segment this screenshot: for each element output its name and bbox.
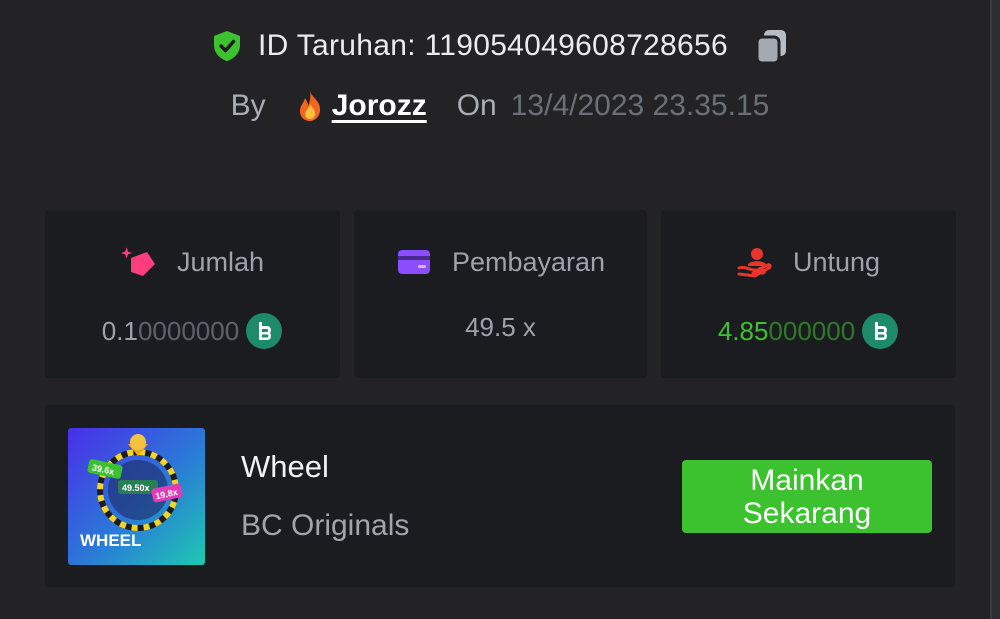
bet-id-value: 119054049608728656 xyxy=(424,29,728,62)
fire-icon xyxy=(294,89,326,123)
stat-head-profit: Untung xyxy=(661,246,956,278)
coin-icon xyxy=(245,312,283,350)
bet-stats: Jumlah 0.10000000 Pembayaran 49.5 x Untu… xyxy=(45,210,956,378)
bet-id-label: ID Taruhan: xyxy=(258,29,416,62)
hand-user-icon xyxy=(737,246,773,278)
amount-value-main: 0.1 xyxy=(101,315,138,346)
play-now-button[interactable]: Mainkan Sekarang xyxy=(682,460,932,533)
thumb-title: WHEEL xyxy=(80,531,141,550)
on-label: On xyxy=(456,89,497,122)
by-label: By xyxy=(230,89,266,122)
stat-card-amount: Jumlah 0.10000000 xyxy=(45,210,340,378)
profit-label: Untung xyxy=(792,246,881,277)
stat-head-payout: Pembayaran xyxy=(354,246,647,278)
shield-check-icon xyxy=(210,29,244,63)
stat-card-payout: Pembayaran 49.5 x xyxy=(354,210,647,378)
credit-card-icon xyxy=(396,246,432,278)
byline-row: By Jorozz On 13/4/2023 23.35.15 xyxy=(0,84,1000,128)
thumb-badge-2: 49.50x xyxy=(122,483,150,493)
copy-icon[interactable] xyxy=(752,26,790,66)
game-provider: BC Originals xyxy=(241,509,410,542)
amount-value-trailing: 0000000 xyxy=(137,315,240,346)
game-thumbnail[interactable]: 39.6x 49.50x 19.8x WHEEL xyxy=(68,428,205,565)
user-profile-link[interactable]: Jorozz xyxy=(294,89,427,123)
bet-id-row: ID Taruhan: 119054049608728656 xyxy=(0,24,1000,68)
payout-value: 49.5 x xyxy=(465,312,536,342)
stat-card-profit: Untung 4.85000000 xyxy=(661,210,956,378)
coin-icon xyxy=(861,312,899,350)
amount-value: 0.10000000 xyxy=(45,312,340,350)
profit-value-trailing: 000000 xyxy=(768,315,856,346)
profit-value: 4.85000000 xyxy=(661,312,956,350)
username: Jorozz xyxy=(331,89,427,122)
profit-value-main: 4.85 xyxy=(717,315,769,346)
amount-label: Jumlah xyxy=(176,246,265,277)
bet-date: 13/4/2023 23.35.15 xyxy=(510,89,770,122)
game-panel: 39.6x 49.50x 19.8x WHEEL Wheel BC Origin… xyxy=(45,405,955,587)
stat-head-amount: Jumlah xyxy=(45,246,340,278)
bet-id-text: ID Taruhan: 119054049608728656 xyxy=(258,29,728,63)
game-title[interactable]: Wheel xyxy=(241,449,329,485)
payout-label: Pembayaran xyxy=(451,246,606,277)
money-bag-icon xyxy=(120,246,157,278)
